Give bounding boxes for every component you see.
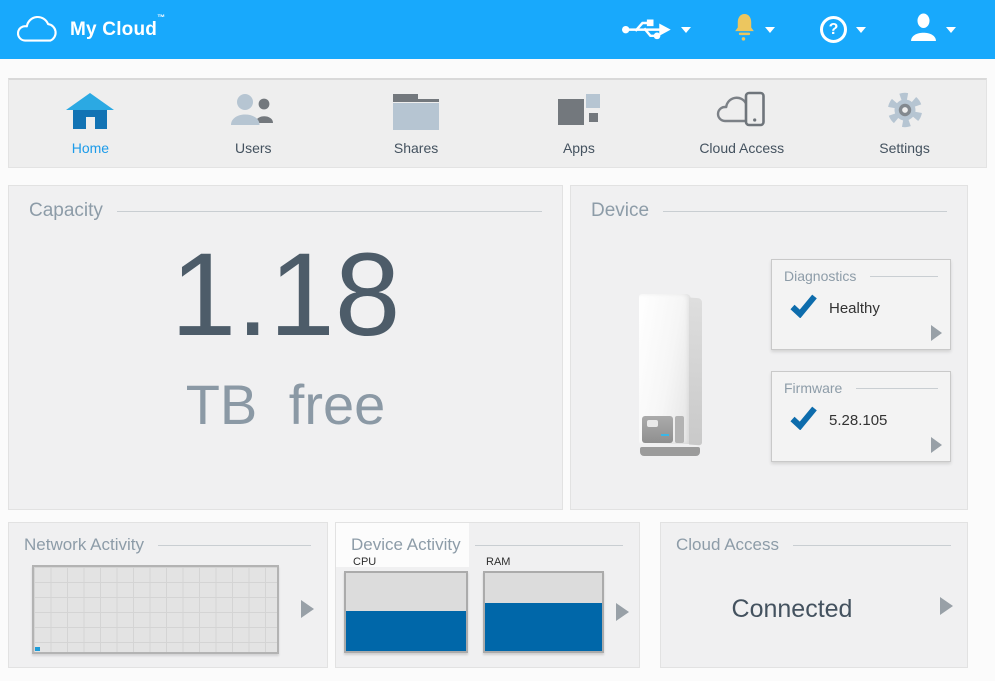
nav-item-shares[interactable]: Shares xyxy=(335,80,498,167)
chevron-down-icon xyxy=(681,26,691,33)
ram-gauge xyxy=(483,571,604,653)
users-icon xyxy=(230,92,276,133)
network-activity-panel: Network Activity xyxy=(8,522,328,668)
apps-icon xyxy=(557,92,600,132)
firmware-card[interactable]: Firmware 5.28.105 xyxy=(771,371,951,462)
top-header: My Cloud™ ? xyxy=(0,0,995,59)
device-front-label xyxy=(642,416,673,443)
cpu-label: CPU xyxy=(353,556,377,568)
help-icon: ? xyxy=(820,16,847,43)
cloud-access-icon xyxy=(714,90,770,135)
user-menu[interactable] xyxy=(910,0,956,59)
device-led xyxy=(661,434,669,436)
user-icon xyxy=(910,13,937,47)
check-icon xyxy=(790,406,817,435)
title-rule xyxy=(870,275,938,277)
network-activity-datapoint xyxy=(35,647,40,651)
firmware-arrow-icon[interactable] xyxy=(931,437,942,453)
title-rule xyxy=(793,544,951,546)
title-rule xyxy=(474,544,623,546)
bell-icon xyxy=(733,13,756,47)
device-activity-panel: Device Activity CPU RAM xyxy=(335,522,640,668)
check-icon xyxy=(790,294,817,323)
nav-item-cloud-access[interactable]: Cloud Access xyxy=(660,80,823,167)
diagnostics-title: Diagnostics xyxy=(784,268,857,284)
capacity-value: 1.18 xyxy=(170,229,401,361)
usb-menu[interactable] xyxy=(620,0,691,59)
diagnostics-arrow-icon[interactable] xyxy=(931,325,942,341)
home-icon xyxy=(66,93,115,131)
nav-label-apps: Apps xyxy=(562,140,595,156)
device-panel: Device Diagnostics Healthy Firmware 5.28… xyxy=(570,185,968,510)
firmware-version: 5.28.105 xyxy=(829,412,888,429)
cloud-logo-icon xyxy=(14,14,60,46)
nav-label-home: Home xyxy=(71,140,110,156)
help-menu[interactable]: ? xyxy=(820,0,866,59)
nav-item-home[interactable]: Home xyxy=(9,80,172,167)
cloud-access-status: Connected xyxy=(731,595,853,623)
title-rule xyxy=(663,210,947,212)
nav-label-cloud-access: Cloud Access xyxy=(699,140,785,156)
chevron-down-icon xyxy=(765,26,775,33)
device-title: Device xyxy=(591,200,650,221)
title-rule xyxy=(157,544,311,546)
diagnostics-status: Healthy xyxy=(829,300,880,317)
capacity-title: Capacity xyxy=(29,200,103,221)
usb-icon xyxy=(620,12,672,47)
cloud-access-title: Cloud Access xyxy=(676,535,779,554)
nav-label-users: Users xyxy=(234,140,272,156)
ram-label: RAM xyxy=(486,556,511,568)
network-activity-arrow-icon[interactable] xyxy=(301,600,314,618)
ram-gauge-fill xyxy=(485,603,602,651)
diagnostics-card[interactable]: Diagnostics Healthy xyxy=(771,259,951,350)
network-activity-chart xyxy=(32,565,279,654)
nav-label-shares: Shares xyxy=(393,140,439,156)
app-title: My Cloud™ xyxy=(70,12,166,40)
trademark: ™ xyxy=(157,12,166,22)
nav-item-settings[interactable]: Settings xyxy=(823,80,986,167)
main-nav: Home Users Shares Apps Cloud Access Sett… xyxy=(8,78,987,168)
notifications-menu[interactable] xyxy=(733,0,775,59)
title-rule xyxy=(856,387,938,389)
capacity-unit: TB free xyxy=(185,373,386,436)
nav-label-settings: Settings xyxy=(879,140,930,156)
device-product-image xyxy=(639,292,705,456)
firmware-title: Firmware xyxy=(784,380,843,396)
device-activity-arrow-icon[interactable] xyxy=(616,603,629,621)
network-activity-title: Network Activity xyxy=(24,535,144,554)
cpu-gauge-fill xyxy=(346,611,466,651)
capacity-panel: Capacity 1.18 TB free xyxy=(8,185,563,510)
device-activity-title: Device Activity xyxy=(351,535,461,554)
chevron-down-icon xyxy=(856,26,866,33)
cpu-gauge xyxy=(344,571,468,653)
settings-gear-icon xyxy=(884,89,926,136)
brand-logo: My Cloud™ xyxy=(14,12,166,46)
nav-item-users[interactable]: Users xyxy=(172,80,335,167)
cloud-access-arrow-icon[interactable] xyxy=(940,597,953,615)
title-rule xyxy=(116,210,542,212)
chevron-down-icon xyxy=(946,26,956,33)
shares-icon xyxy=(393,94,440,130)
cloud-access-panel: Cloud Access Connected xyxy=(660,522,968,668)
nav-item-apps[interactable]: Apps xyxy=(497,80,660,167)
